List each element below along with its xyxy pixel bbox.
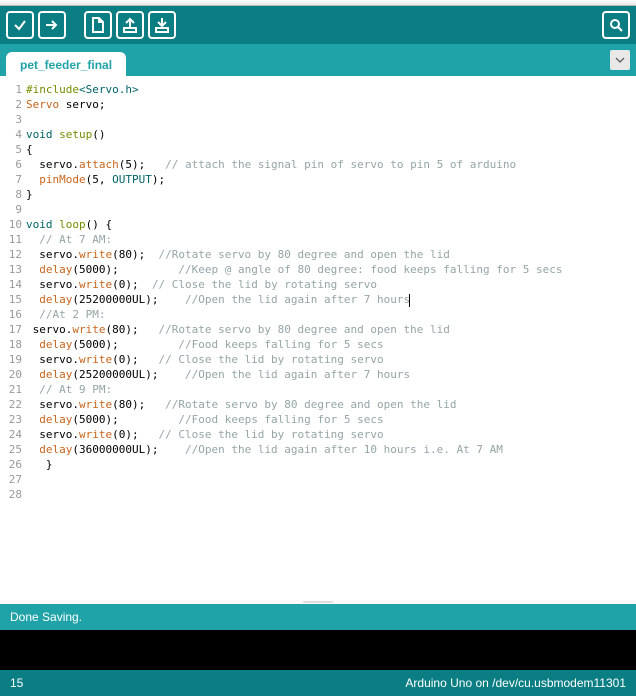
line-number: 7	[0, 172, 22, 187]
line-number: 14	[0, 277, 22, 292]
magnifier-icon	[608, 17, 624, 33]
line-number: 5	[0, 142, 22, 157]
line-number: 13	[0, 262, 22, 277]
line-number: 6	[0, 157, 22, 172]
code-line[interactable]: }	[26, 187, 636, 202]
arrow-up-icon	[122, 17, 138, 33]
code-line[interactable]: {	[26, 142, 636, 157]
tab-menu-button[interactable]	[610, 50, 630, 70]
line-number: 18	[0, 337, 22, 352]
line-number: 20	[0, 367, 22, 382]
line-number: 11	[0, 232, 22, 247]
code-line[interactable]: Servo servo;	[26, 97, 636, 112]
code-line[interactable]: #include<Servo.h>	[26, 82, 636, 97]
tab-sketch[interactable]: pet_feeder_final	[6, 52, 126, 76]
line-number: 12	[0, 247, 22, 262]
code-area[interactable]: #include<Servo.h>Servo servo; void setup…	[22, 80, 636, 600]
line-number: 17	[0, 322, 22, 337]
line-number: 16	[0, 307, 22, 322]
code-line[interactable]	[26, 202, 636, 217]
new-button[interactable]	[84, 11, 112, 39]
arrow-down-icon	[154, 17, 170, 33]
code-line[interactable]: delay(25200000UL); //Open the lid again …	[26, 292, 636, 307]
code-line[interactable]: servo.write(80); //Rotate servo by 80 de…	[26, 397, 636, 412]
line-number: 15	[0, 292, 22, 307]
code-line[interactable]: //At 2 PM:	[26, 307, 636, 322]
line-number: 25	[0, 442, 22, 457]
line-number: 27	[0, 472, 22, 487]
code-line[interactable]	[26, 112, 636, 127]
line-gutter: 1234567891011121314151617181920212223242…	[0, 80, 22, 600]
code-line[interactable]: servo.write(0); // Close the lid by rota…	[26, 277, 636, 292]
verify-button[interactable]	[6, 11, 34, 39]
save-button[interactable]	[148, 11, 176, 39]
code-line[interactable]: delay(5000); //Keep @ angle of 80 degree…	[26, 262, 636, 277]
code-line[interactable]: delay(5000); //Food keeps falling for 5 …	[26, 337, 636, 352]
status-message: Done Saving.	[10, 610, 82, 624]
code-line[interactable]: servo.write(0); // Close the lid by rota…	[26, 352, 636, 367]
check-icon	[12, 17, 28, 33]
line-number: 23	[0, 412, 22, 427]
board-port: Arduino Uno on /dev/cu.usbmodem11301	[405, 676, 626, 690]
code-line[interactable]: // At 9 PM:	[26, 382, 636, 397]
code-line[interactable]: void setup()	[26, 127, 636, 142]
file-icon	[90, 17, 106, 33]
code-line[interactable]: pinMode(5, OUTPUT);	[26, 172, 636, 187]
line-number: 4	[0, 127, 22, 142]
tab-bar: pet_feeder_final	[0, 44, 636, 76]
console-output[interactable]	[0, 630, 636, 670]
toolbar	[0, 6, 636, 44]
code-line[interactable]: servo.write(80); //Rotate servo by 80 de…	[26, 322, 636, 337]
serial-monitor-button[interactable]	[602, 11, 630, 39]
status-bar: Done Saving.	[0, 604, 636, 630]
line-number: 22	[0, 397, 22, 412]
code-line[interactable]	[26, 472, 636, 487]
code-line[interactable]: delay(5000); //Food keeps falling for 5 …	[26, 412, 636, 427]
line-number: 21	[0, 382, 22, 397]
code-line[interactable]	[26, 487, 636, 502]
code-line[interactable]: }	[26, 457, 636, 472]
line-number: 19	[0, 352, 22, 367]
code-line[interactable]: void loop() {	[26, 217, 636, 232]
line-number: 1	[0, 82, 22, 97]
code-editor[interactable]: 1234567891011121314151617181920212223242…	[0, 76, 636, 600]
line-number: 3	[0, 112, 22, 127]
code-line[interactable]: servo.write(80); //Rotate servo by 80 de…	[26, 247, 636, 262]
line-number: 26	[0, 457, 22, 472]
chevron-down-icon	[615, 55, 625, 65]
line-number: 28	[0, 487, 22, 502]
line-number: 24	[0, 427, 22, 442]
code-line[interactable]: servo.write(0); // Close the lid by rota…	[26, 427, 636, 442]
line-number: 10	[0, 217, 22, 232]
code-line[interactable]: // At 7 AM:	[26, 232, 636, 247]
line-number: 9	[0, 202, 22, 217]
code-line[interactable]: servo.attach(5); // attach the signal pi…	[26, 157, 636, 172]
line-number: 8	[0, 187, 22, 202]
code-line[interactable]: delay(25200000UL); //Open the lid again …	[26, 367, 636, 382]
footer-bar: 15 Arduino Uno on /dev/cu.usbmodem11301	[0, 670, 636, 696]
open-button[interactable]	[116, 11, 144, 39]
line-number: 2	[0, 97, 22, 112]
code-line[interactable]: delay(36000000UL); //Open the lid again …	[26, 442, 636, 457]
upload-button[interactable]	[38, 11, 66, 39]
arrow-right-icon	[44, 17, 60, 33]
cursor-line: 15	[10, 676, 23, 690]
